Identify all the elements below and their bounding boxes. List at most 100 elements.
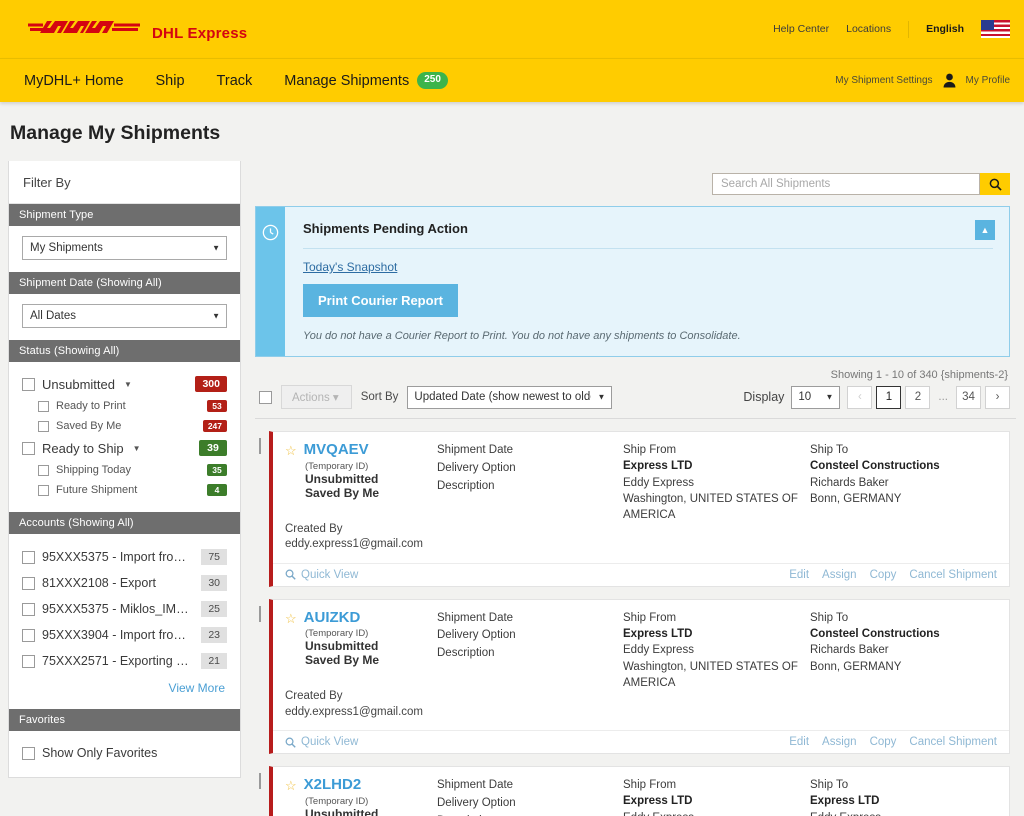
description-label: Description <box>437 479 495 492</box>
nav-item-manage-shipments[interactable]: Manage Shipments 250 <box>284 72 448 89</box>
checkbox[interactable] <box>22 576 35 590</box>
checkbox[interactable] <box>38 464 49 476</box>
help-center-link[interactable]: Help Center <box>773 23 829 35</box>
chevron-down-icon[interactable]: ▼ <box>133 444 141 453</box>
todays-snapshot-link[interactable]: Today's Snapshot <box>303 260 397 274</box>
edit-link[interactable]: Edit <box>789 736 809 748</box>
pagination-prev-button[interactable]: ‹ <box>847 385 873 409</box>
shipment-status: Unsubmitted <box>305 806 379 816</box>
my-shipment-settings-link[interactable]: My Shipment Settings <box>835 75 932 86</box>
shipment-meta: Shipment Date Delivery Option Descriptio… <box>437 777 623 816</box>
chevron-down-icon[interactable]: ▼ <box>124 380 132 389</box>
language-selector[interactable]: English <box>926 23 964 35</box>
checkbox[interactable] <box>22 746 35 760</box>
ship-to-block: Ship To Consteel Constructions Richards … <box>810 442 997 553</box>
favorites-heading: Favorites <box>9 709 240 731</box>
shipment-card[interactable]: ☆ AUIZKD (Temporary ID) Unsubmitted Save… <box>269 598 1010 755</box>
checkbox[interactable] <box>22 441 35 455</box>
checkbox[interactable] <box>22 602 35 616</box>
cancel-shipment-link[interactable]: Cancel Shipment <box>909 569 997 581</box>
pagination-page-1[interactable]: 1 <box>876 385 902 409</box>
pending-panel-collapse-button[interactable]: ▲ <box>975 220 995 240</box>
created-by-email: eddy.express1@gmail.com <box>285 538 424 551</box>
cancel-shipment-link[interactable]: Cancel Shipment <box>909 736 997 748</box>
shipment-id-link[interactable]: MVQAEV <box>304 441 369 459</box>
search-button[interactable] <box>980 173 1010 195</box>
shipment-type-select[interactable]: My Shipments <box>22 236 227 260</box>
nav-item-home[interactable]: MyDHL+ Home <box>24 73 124 89</box>
filter-status-ready-to-ship[interactable]: Ready to Ship ▼ 39 <box>22 436 227 460</box>
copy-link[interactable]: Copy <box>870 736 897 748</box>
filter-show-only-favorites[interactable]: Show Only Favorites <box>22 741 227 765</box>
nav-item-ship[interactable]: Ship <box>156 73 185 89</box>
shipment-id-link[interactable]: X2LHD2 <box>304 777 362 794</box>
checkbox[interactable] <box>22 628 35 642</box>
filter-account-1[interactable]: 81XXX2108 - Export 30 <box>22 570 227 596</box>
star-icon[interactable]: ☆ <box>285 777 297 792</box>
assign-link[interactable]: Assign <box>822 736 857 748</box>
pagination-next-button[interactable]: › <box>985 385 1010 409</box>
view-more-accounts-link[interactable]: View More <box>22 674 227 697</box>
row-select-checkbox[interactable] <box>259 438 261 454</box>
quick-view-link[interactable]: Quick View <box>285 569 358 581</box>
checkbox[interactable] <box>22 550 35 564</box>
shipment-card[interactable]: ☆ MVQAEV (Temporary ID) Unsubmitted Save… <box>269 431 1010 587</box>
search-icon <box>989 178 1002 191</box>
quick-view-link[interactable]: Quick View <box>285 736 358 748</box>
nav-right-group: My Shipment Settings My Profile <box>835 73 1010 88</box>
filter-status-unsubmitted[interactable]: Unsubmitted ▼ 300 <box>22 372 227 396</box>
select-all-checkbox[interactable] <box>259 390 272 404</box>
filter-account-3[interactable]: 95XXX3904 - Import from ... 23 <box>22 622 227 648</box>
checkbox[interactable] <box>38 400 49 412</box>
clock-icon <box>262 224 279 241</box>
pending-panel-accent-strip <box>256 207 285 356</box>
display-count-select[interactable]: 10 <box>791 385 841 409</box>
ship-from-company: Express LTD <box>623 627 693 640</box>
assign-link[interactable]: Assign <box>822 569 857 581</box>
ship-from-location: Washington, UNITED STATES OF AMERICA <box>623 660 798 689</box>
page-title: Manage My Shipments <box>10 122 221 144</box>
search-input[interactable] <box>712 173 980 195</box>
ship-from-heading: Ship From <box>623 611 677 624</box>
filter-account-0[interactable]: 95XXX5375 - Import from ... 75 <box>22 544 227 570</box>
locations-link[interactable]: Locations <box>846 23 891 35</box>
star-icon[interactable]: ☆ <box>285 442 297 457</box>
ship-to-location: Bonn, GERMANY <box>810 660 902 673</box>
actions-dropdown-button[interactable]: Actions ▾ <box>281 385 352 409</box>
row-select-checkbox[interactable] <box>259 605 261 622</box>
filter-status-future-shipment[interactable]: Future Shipment 4 <box>22 480 227 500</box>
pending-panel-body: Shipments Pending Action ▲ Today's Snaps… <box>285 207 1009 356</box>
dhl-logo[interactable]: DHL Express <box>28 16 247 42</box>
filter-account-4[interactable]: 75XXX2571 - Exporting U... 21 <box>22 648 227 674</box>
checkbox[interactable] <box>22 377 35 391</box>
shipment-card[interactable]: ☆ X2LHD2 (Temporary ID) Unsubmitted Ship… <box>269 766 1010 816</box>
checkbox[interactable] <box>38 484 49 496</box>
star-icon[interactable]: ☆ <box>285 610 297 625</box>
print-courier-report-button[interactable]: Print Courier Report <box>303 284 458 317</box>
sort-by-label: Sort By <box>360 391 399 403</box>
checkbox[interactable] <box>22 654 35 668</box>
copy-link[interactable]: Copy <box>870 569 897 581</box>
shipment-row: ☆ AUIZKD (Temporary ID) Unsubmitted Save… <box>255 598 1010 755</box>
shipment-date-heading: Shipment Date (Showing All) <box>9 272 240 294</box>
edit-link[interactable]: Edit <box>789 569 809 581</box>
filter-status-ready-to-print[interactable]: Ready to Print 53 <box>22 396 227 416</box>
my-profile-link[interactable]: My Profile <box>966 75 1010 86</box>
ship-to-block: Ship To Express LTD Eddy Express <box>810 777 997 816</box>
pagination-page-2[interactable]: 2 <box>905 385 931 409</box>
ship-from-block: Ship From Express LTD Eddy Express <box>623 777 810 816</box>
pagination-page-34[interactable]: 34 <box>956 385 981 409</box>
shipment-list: ☆ MVQAEV (Temporary ID) Unsubmitted Save… <box>255 431 1016 816</box>
checkbox[interactable] <box>38 420 49 432</box>
filter-status-saved-by-me[interactable]: Saved By Me 247 <box>22 416 227 436</box>
filter-status-shipping-today[interactable]: Shipping Today 35 <box>22 460 227 480</box>
pagination-controls: Display 10 ▼ ‹ 1 2 ... 34 › <box>743 385 1010 409</box>
filter-account-2[interactable]: 95XXX5375 - Miklos_IMP... 25 <box>22 596 227 622</box>
top-header-bar: DHL Express Help Center Locations Englis… <box>0 0 1024 58</box>
nav-item-track[interactable]: Track <box>217 73 253 89</box>
sort-by-select[interactable]: Updated Date (show newest to oldest) <box>407 385 613 409</box>
us-flag-icon[interactable] <box>981 20 1010 38</box>
shipment-id-link[interactable]: AUIZKD <box>304 609 361 627</box>
shipment-date-select[interactable]: All Dates <box>22 304 227 328</box>
row-select-checkbox[interactable] <box>259 773 261 790</box>
